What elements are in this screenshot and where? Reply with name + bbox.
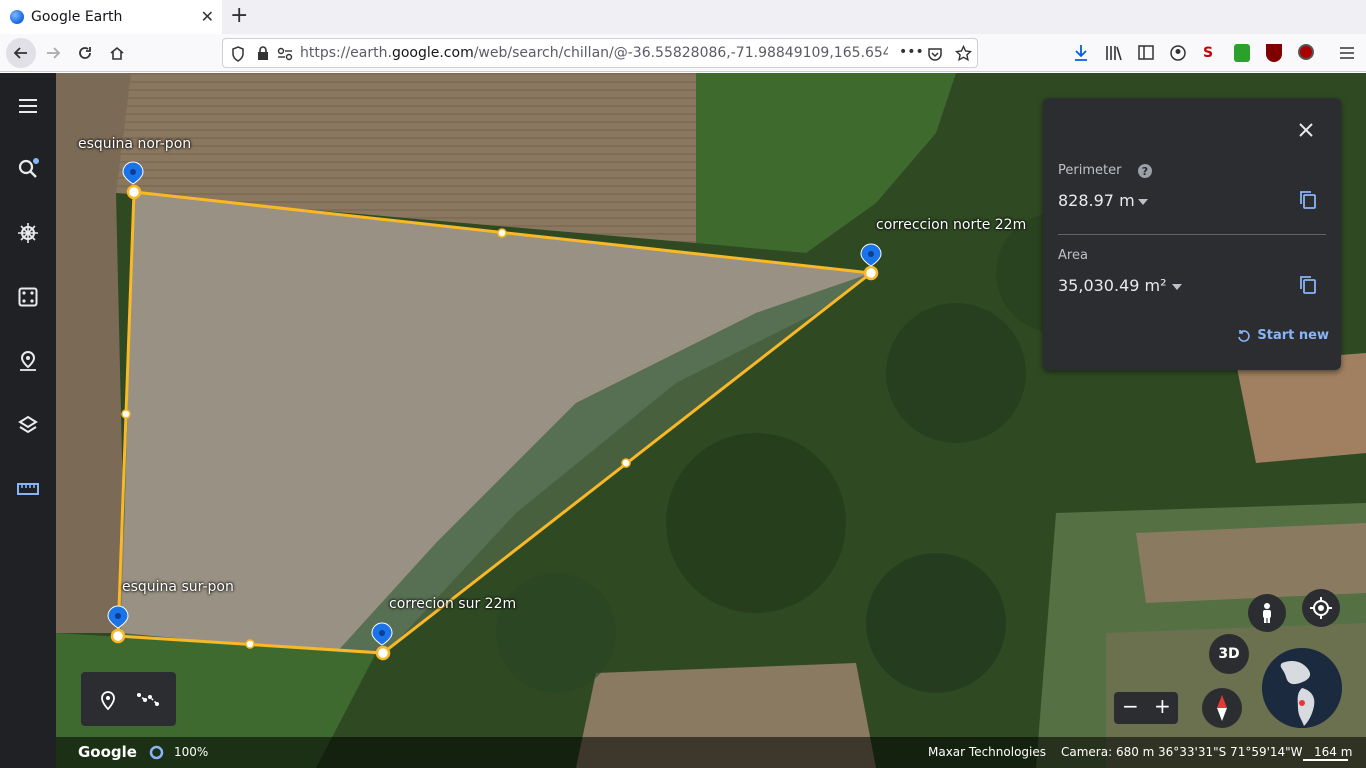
forward-button[interactable] <box>40 40 66 66</box>
pin-label-sur-pon: esquina sur-pon <box>122 579 234 595</box>
perimeter-label: Perimeter <box>1058 163 1122 178</box>
start-new-button[interactable]: Start new <box>1237 328 1329 343</box>
pegman-icon <box>1263 603 1271 623</box>
ship-wheel-icon <box>18 223 38 243</box>
status-bar: Google 100% Maxar Technologies Camera: 6… <box>56 737 1366 768</box>
extension-s-icon[interactable]: S <box>1203 45 1219 61</box>
loading-ring-icon <box>149 745 164 760</box>
area-unit-dropdown-icon[interactable] <box>1172 284 1182 290</box>
reload-button[interactable] <box>72 40 98 66</box>
shield-icon[interactable] <box>231 46 245 62</box>
edge-midpoint-handle[interactable] <box>245 639 255 649</box>
copy-perimeter-icon[interactable] <box>1299 190 1317 210</box>
earth-sidebar <box>0 73 56 768</box>
pin-label-nor-pon: esquina nor-pon <box>78 136 192 152</box>
vertex-handle[interactable] <box>863 265 879 281</box>
zoom-in-button[interactable]: + <box>1154 694 1171 718</box>
ruler-icon <box>17 483 39 495</box>
help-icon[interactable]: ? <box>1137 163 1153 179</box>
map-pin-icon <box>20 350 36 371</box>
area-label: Area <box>1058 248 1088 263</box>
drawing-toolbox <box>81 672 176 726</box>
downloads-icon[interactable] <box>1073 44 1089 62</box>
ublock-icon[interactable] <box>1266 44 1282 62</box>
add-placemark-icon[interactable] <box>100 691 116 711</box>
page-actions-menu[interactable]: ••• <box>899 44 924 60</box>
permissions-icon[interactable] <box>277 47 293 61</box>
edge-midpoint-handle[interactable] <box>621 458 631 468</box>
perimeter-value[interactable]: 828.97 m <box>1058 191 1135 210</box>
street-view-pegman-button[interactable] <box>1248 594 1286 632</box>
scale-bar <box>1303 759 1348 761</box>
toggle-3d-button[interactable]: 3D <box>1209 634 1249 674</box>
back-arrow-icon <box>13 47 27 59</box>
close-tab-icon[interactable]: ✕ <box>201 7 214 26</box>
feeling-lucky-button[interactable] <box>16 285 40 309</box>
compass-needle-icon <box>1217 695 1227 721</box>
measurement-panel: Perimeter ? 828.97 m Area 35,030.49 m² S… <box>1043 98 1341 370</box>
edge-midpoint-handle[interactable] <box>121 409 131 419</box>
scale-value: 164 m <box>1314 745 1353 759</box>
library-icon[interactable] <box>1105 45 1123 61</box>
forward-arrow-icon <box>47 47 61 59</box>
zoom-out-button[interactable]: − <box>1122 694 1139 718</box>
search-button[interactable] <box>16 157 40 181</box>
google-logo: Google <box>78 743 137 761</box>
my-location-button[interactable] <box>1302 589 1340 627</box>
restart-icon <box>1238 329 1251 342</box>
globe-icon <box>1262 648 1342 728</box>
browser-tab-bar: Google Earth ✕ + <box>0 0 1366 34</box>
draw-path-icon[interactable] <box>137 692 159 706</box>
browser-nav-bar: https://earth.google.com/web/search/chil… <box>0 34 1366 72</box>
panel-divider <box>1058 234 1326 235</box>
bookmark-star-icon[interactable] <box>955 45 972 62</box>
vertex-handle[interactable] <box>126 184 142 200</box>
url-bar[interactable]: https://earth.google.com/web/search/chil… <box>222 38 978 68</box>
load-progress: 100% <box>174 745 209 759</box>
zoom-controls: − + <box>1114 692 1178 724</box>
mini-globe[interactable] <box>1262 648 1342 728</box>
edge-midpoint-handle[interactable] <box>497 228 507 238</box>
pocket-icon[interactable] <box>927 46 943 62</box>
vertex-handle[interactable] <box>110 628 126 644</box>
pin-label-correcion-sur: correcion sur 22m <box>389 596 517 612</box>
back-button[interactable] <box>6 38 36 68</box>
vertex-handle[interactable] <box>375 645 391 661</box>
home-button[interactable] <box>104 40 130 66</box>
main-menu-button[interactable] <box>16 94 40 118</box>
layers-icon <box>18 415 38 434</box>
camera-altitude: Camera: 680 m <box>1061 745 1155 759</box>
url-text: https://earth.google.com/web/search/chil… <box>300 45 888 61</box>
cursor-coordinates: 36°33'31"S 71°59'14"W <box>1158 745 1303 759</box>
area-value[interactable]: 35,030.49 m² <box>1058 276 1167 295</box>
extension-globe-icon[interactable] <box>1298 44 1314 60</box>
svg-text:?: ? <box>1142 165 1148 178</box>
compass-button[interactable] <box>1202 688 1242 728</box>
menu-icon[interactable] <box>1339 46 1355 60</box>
extension-green-icon[interactable] <box>1234 44 1250 62</box>
close-icon[interactable] <box>1298 122 1314 138</box>
perimeter-unit-dropdown-icon[interactable] <box>1138 199 1148 205</box>
browser-tab[interactable]: Google Earth ✕ <box>0 0 222 34</box>
search-icon <box>18 158 39 178</box>
copy-area-icon[interactable] <box>1299 275 1317 295</box>
reload-icon <box>79 47 91 59</box>
sidebar-icon[interactable] <box>1138 45 1154 60</box>
hamburger-icon <box>19 99 37 113</box>
lock-icon[interactable] <box>257 46 269 61</box>
voyager-button[interactable] <box>16 221 40 245</box>
google-earth-favicon-icon <box>10 10 24 24</box>
dice-icon <box>18 287 38 307</box>
tab-title: Google Earth <box>31 9 123 25</box>
account-icon[interactable] <box>1170 45 1186 61</box>
crosshair-icon <box>1310 597 1332 619</box>
projects-button[interactable] <box>16 349 40 373</box>
home-icon <box>110 46 124 60</box>
pin-label-correccion-norte: correccion norte 22m <box>876 217 1027 233</box>
map-style-button[interactable] <box>16 413 40 437</box>
new-tab-button[interactable]: + <box>230 4 248 28</box>
imagery-credit[interactable]: Maxar Technologies <box>928 745 1046 759</box>
measure-button[interactable] <box>16 477 40 501</box>
